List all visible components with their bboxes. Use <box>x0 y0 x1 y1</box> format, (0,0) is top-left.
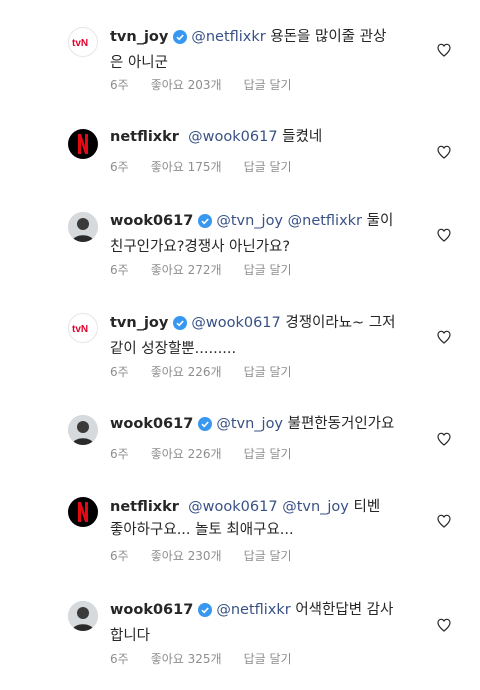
comment-text: 경쟁이라뇨~ 그저 <box>280 315 396 331</box>
like-count[interactable]: 좋아요 203개 <box>151 78 222 92</box>
mention-link-2[interactable]: @tvn_joy <box>282 499 349 515</box>
username[interactable]: netflixkr <box>110 499 179 515</box>
avatar[interactable] <box>68 212 98 242</box>
like-count[interactable]: 좋아요 272개 <box>151 263 222 277</box>
comment-text-continued: 좋아하구요... 놀토 최애구요... <box>110 522 294 538</box>
profile-photo-icon <box>68 212 98 242</box>
svg-text:tvN: tvN <box>72 324 88 335</box>
like-count[interactable]: 좋아요 226개 <box>151 447 222 461</box>
mention-link[interactable]: @tvn_joy <box>216 416 283 432</box>
netflix-logo-icon <box>78 134 88 154</box>
username[interactable]: netflixkr <box>110 129 179 145</box>
svg-text:tvN: tvN <box>72 38 88 49</box>
profile-photo-icon <box>68 415 98 445</box>
avatar[interactable] <box>68 415 98 445</box>
comment-time: 6주 <box>110 652 129 666</box>
username[interactable]: tvn_joy <box>110 29 168 45</box>
comment-text: 불편한동거인가요 <box>283 416 395 432</box>
heart-icon[interactable] <box>436 227 452 243</box>
avatar[interactable] <box>68 601 98 631</box>
comment-text: 둘이 <box>362 213 394 229</box>
comment-time: 6주 <box>110 549 129 563</box>
mention-link[interactable]: @netflixkr <box>191 29 265 45</box>
tvn-logo-icon: tvN <box>72 38 88 49</box>
heart-icon[interactable] <box>436 329 452 345</box>
verified-badge-icon <box>198 602 213 625</box>
profile-photo-icon <box>68 601 98 631</box>
reply-button[interactable]: 답글 달기 <box>244 263 292 277</box>
username[interactable]: wook0617 <box>110 602 193 618</box>
avatar[interactable] <box>68 497 98 527</box>
verified-badge-icon <box>173 315 188 338</box>
comment-text: 들켰네 <box>277 129 323 145</box>
avatar[interactable] <box>68 129 98 159</box>
tvn-logo-icon: tvN <box>72 324 88 335</box>
comment-text: 어색한답변 감사 <box>290 602 394 618</box>
reply-button[interactable]: 답글 달기 <box>244 652 292 666</box>
verified-badge-icon <box>198 416 213 439</box>
heart-icon[interactable] <box>436 431 452 447</box>
comment-text-continued: 합니다 <box>110 628 151 644</box>
mention-link-2[interactable]: @netflixkr <box>288 213 362 229</box>
verified-badge-icon <box>198 213 213 236</box>
mention-link[interactable]: @wook0617 <box>188 129 277 145</box>
comment-time: 6주 <box>110 447 129 461</box>
reply-button[interactable]: 답글 달기 <box>244 447 292 461</box>
reply-button[interactable]: 답글 달기 <box>244 365 292 379</box>
reply-button[interactable]: 답글 달기 <box>244 549 292 563</box>
verified-badge-icon <box>173 29 188 52</box>
comment-text: 티벤 <box>348 499 381 515</box>
comment-text-continued: 은 아니군 <box>110 55 168 71</box>
mention-link[interactable]: @netflixkr <box>216 602 290 618</box>
netflix-logo-icon <box>78 502 88 522</box>
comment-text-continued: 친구인가요?경쟁사 아닌가요? <box>110 239 291 255</box>
mention-link[interactable]: @wook0617 <box>191 315 280 331</box>
username[interactable]: wook0617 <box>110 213 193 229</box>
like-count[interactable]: 좋아요 230개 <box>151 549 222 563</box>
heart-icon[interactable] <box>436 144 452 160</box>
like-count[interactable]: 좋아요 226개 <box>151 365 222 379</box>
heart-icon[interactable] <box>436 617 452 633</box>
comment-text: 용돈을 많이줄 관상 <box>265 29 387 45</box>
heart-icon[interactable] <box>436 513 452 529</box>
reply-button[interactable]: 답글 달기 <box>244 78 292 92</box>
avatar[interactable]: tvN <box>68 27 98 57</box>
heart-icon[interactable] <box>436 42 452 58</box>
mention-link[interactable]: @wook0617 <box>188 499 277 515</box>
like-count[interactable]: 좋아요 325개 <box>151 652 222 666</box>
comment-time: 6주 <box>110 160 129 174</box>
comment-time: 6주 <box>110 263 129 277</box>
username[interactable]: wook0617 <box>110 416 193 432</box>
avatar[interactable]: tvN <box>68 313 98 343</box>
mention-link[interactable]: @tvn_joy <box>216 213 283 229</box>
comment-text-continued: 같이 성장할뿐......... <box>110 341 237 357</box>
username[interactable]: tvn_joy <box>110 315 168 331</box>
comment-time: 6주 <box>110 365 129 379</box>
like-count[interactable]: 좋아요 175개 <box>151 160 222 174</box>
reply-button[interactable]: 답글 달기 <box>244 160 292 174</box>
comment-time: 6주 <box>110 78 129 92</box>
